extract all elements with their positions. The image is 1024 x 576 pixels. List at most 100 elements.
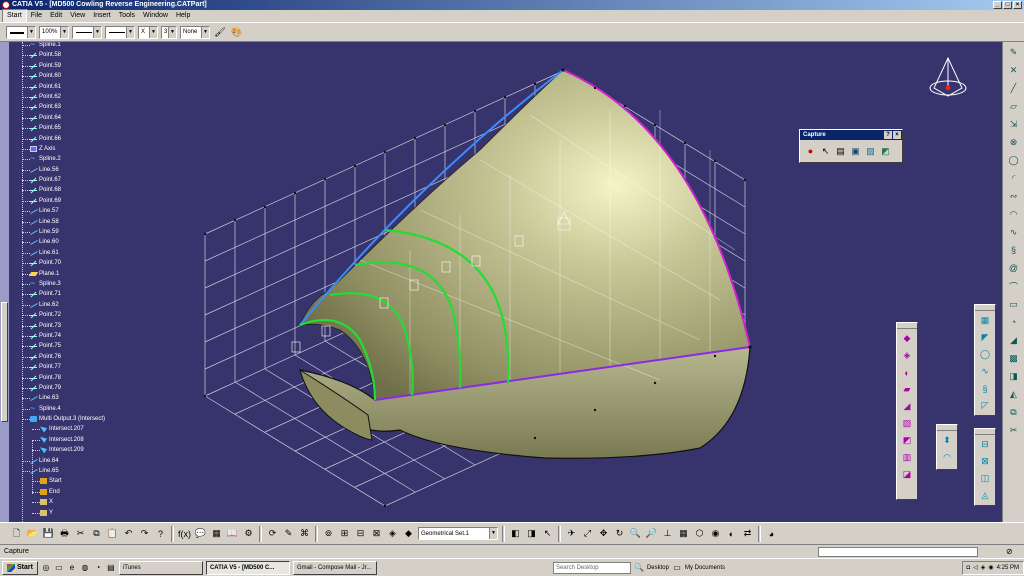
transform-toolbar[interactable]: ⬍ ◠ [936, 424, 958, 470]
print-icon[interactable]: 🖶 [58, 527, 71, 541]
wireframe-toolbar[interactable]: ▦ ◤ ◯ ∿ § ◸ [974, 304, 996, 416]
layer-combo[interactable]: None ▼ [180, 25, 210, 39]
tree-item[interactable]: Line.57 [10, 206, 130, 216]
line-icon[interactable]: ╱ [1007, 81, 1021, 95]
search-desktop-input[interactable]: Search Desktop [552, 561, 631, 574]
line-thickness-combo[interactable]: ▼ [72, 25, 102, 39]
point-symbol-combo[interactable]: X ▼ [138, 25, 158, 39]
fit-all-icon[interactable]: ⤢ [581, 527, 594, 541]
tree-item[interactable]: Point.79 [10, 383, 130, 393]
translate-icon[interactable]: ⬍ [940, 433, 954, 448]
minimize-button[interactable]: _ [993, 1, 1002, 9]
extrude-icon[interactable]: ◆ [900, 331, 914, 346]
projection-icon[interactable]: ◸ [978, 398, 992, 413]
tree-item[interactable]: Point.73 [10, 321, 130, 331]
capture-toolbar[interactable]: Capture ? × ● ↖ ▤ ▣ ▨ ◩ [799, 129, 903, 163]
menu-help[interactable]: Help [172, 10, 194, 22]
tree-item[interactable]: Point.62 [10, 92, 130, 102]
tree-item[interactable]: Point.78 [10, 373, 130, 383]
normal-view-icon[interactable]: ⊥ [661, 527, 674, 541]
tree-item[interactable]: Point.74 [10, 331, 130, 341]
line-icon[interactable]: ◤ [978, 330, 992, 345]
multi-view-icon[interactable]: ▦ [677, 527, 690, 541]
toolbar-grip[interactable] [937, 425, 957, 431]
tree-item[interactable]: Plane.1 [10, 269, 130, 279]
tree-item[interactable]: Line.60 [10, 237, 130, 247]
copy-icon[interactable]: ⧉ [90, 527, 103, 541]
compass-icon[interactable] [929, 56, 967, 97]
maximize-button[interactable]: □ [1003, 1, 1012, 9]
surface-toolbar[interactable]: ◆ ◈ ◐ ▰ ◢ ▧ ◩ ▥ ◪ [896, 322, 918, 500]
measure-icon[interactable]: ⊠ [370, 527, 383, 541]
desktop-toolbar-label[interactable]: Desktop [647, 565, 669, 571]
point-icon[interactable]: ✕ [1007, 63, 1021, 77]
operations-toolbar[interactable]: ⊟ ⊠ ◫ ◬ [974, 428, 996, 506]
hide-show-icon[interactable]: ◧ [509, 527, 522, 541]
tree-item[interactable]: Point.63 [10, 102, 130, 112]
pan-icon[interactable]: ✥ [597, 527, 610, 541]
3d-viewport[interactable]: Spline.1 Point.58 Point.59 Point.60 Point.61… [0, 42, 1002, 522]
help-button[interactable]: ? [884, 131, 892, 139]
stop-icon[interactable]: ⊘ [1006, 547, 1018, 557]
toolbar-grip[interactable] [897, 323, 917, 329]
macro-icon[interactable]: ⚙ [242, 527, 255, 541]
tree-item[interactable]: Line.56 [10, 165, 130, 175]
search-icon[interactable]: 🔍 [634, 563, 644, 573]
tree-item[interactable]: Point.75 [10, 341, 130, 351]
tree-item[interactable]: Line.59 [10, 227, 130, 237]
start-button[interactable]: Start [2, 560, 38, 575]
spline-icon[interactable]: ∿ [1007, 225, 1021, 239]
taskbar-gmail[interactable]: Gmail - Compose Mail - Jr... [292, 560, 377, 575]
tree-item[interactable]: Point.72 [10, 310, 130, 320]
tree-item[interactable]: Spline.3 [10, 278, 130, 289]
sweep-icon[interactable]: ◢ [900, 399, 914, 414]
polyline-icon[interactable]: ⌒ [1007, 279, 1021, 293]
tree-item[interactable]: Start [10, 476, 130, 486]
save-icon[interactable]: ◩ [879, 143, 892, 159]
trim-icon[interactable]: ⊠ [978, 454, 992, 469]
tree-item[interactable]: Z Axis [10, 144, 130, 154]
my-documents-label[interactable]: My Documents [685, 565, 763, 571]
tree-item[interactable]: X [10, 497, 130, 507]
capture-toolbar-title[interactable]: Capture ? × [800, 130, 902, 140]
zoom-in-icon[interactable]: 🔍 [629, 527, 642, 541]
swap-space-icon[interactable]: ⇄ [741, 527, 754, 541]
tree-item[interactable]: Point.71 [10, 289, 130, 299]
select-icon[interactable]: ↖ [541, 527, 554, 541]
iso-view-icon[interactable]: ⬡ [693, 527, 706, 541]
tree-item[interactable]: Spline.1 [10, 42, 130, 50]
command-input[interactable] [818, 547, 978, 557]
tree-item[interactable]: Y [10, 508, 130, 518]
capture-icon[interactable]: ▣ [849, 143, 862, 159]
volume-icon[interactable]: ◁ [973, 564, 978, 571]
apply-material-icon[interactable]: ◕ [765, 527, 778, 541]
close-button[interactable]: × [1013, 1, 1022, 9]
media-icon[interactable]: ◔ [93, 563, 103, 573]
taskbar-catia[interactable]: CATIA V5 - [MD500 C... [205, 560, 290, 575]
menu-view[interactable]: View [66, 10, 89, 22]
spiral-icon[interactable]: @ [1007, 261, 1021, 275]
compass-tool-icon[interactable]: ◈ [386, 527, 399, 541]
connect-curve-icon[interactable]: ∾ [1007, 189, 1021, 203]
helix-icon[interactable]: § [1007, 243, 1021, 257]
analysis-icon[interactable]: ⊞ [338, 527, 351, 541]
tree-item[interactable]: Intersect.209 [10, 445, 130, 455]
tree-item[interactable]: Spline.4 [10, 403, 130, 414]
help-icon[interactable]: ? [154, 527, 167, 541]
plane-icon[interactable]: ▱ [1007, 99, 1021, 113]
redo-icon[interactable]: ↷ [138, 527, 151, 541]
graphic-properties-icon[interactable]: 🎨 [230, 25, 244, 39]
blend-icon[interactable]: ◭ [1007, 387, 1021, 401]
tree-item[interactable]: Line.61 [10, 248, 130, 258]
circle-icon[interactable]: ◯ [978, 347, 992, 362]
undo-icon[interactable]: ↶ [122, 527, 135, 541]
boundary-icon[interactable]: ◫ [978, 471, 992, 486]
network-icon[interactable]: ◘ [967, 565, 971, 571]
tree-item[interactable]: Line.58 [10, 217, 130, 227]
conic-icon[interactable]: ◠ [1007, 207, 1021, 221]
spline-icon[interactable]: ∿ [978, 364, 992, 379]
geometrical-set-combo[interactable]: Geometrical Set.1 ▼ [418, 527, 498, 540]
explorer-icon[interactable]: ▤ [106, 563, 116, 573]
save-icon[interactable]: 💾 [42, 527, 55, 541]
revolve-icon[interactable]: ◈ [900, 348, 914, 363]
